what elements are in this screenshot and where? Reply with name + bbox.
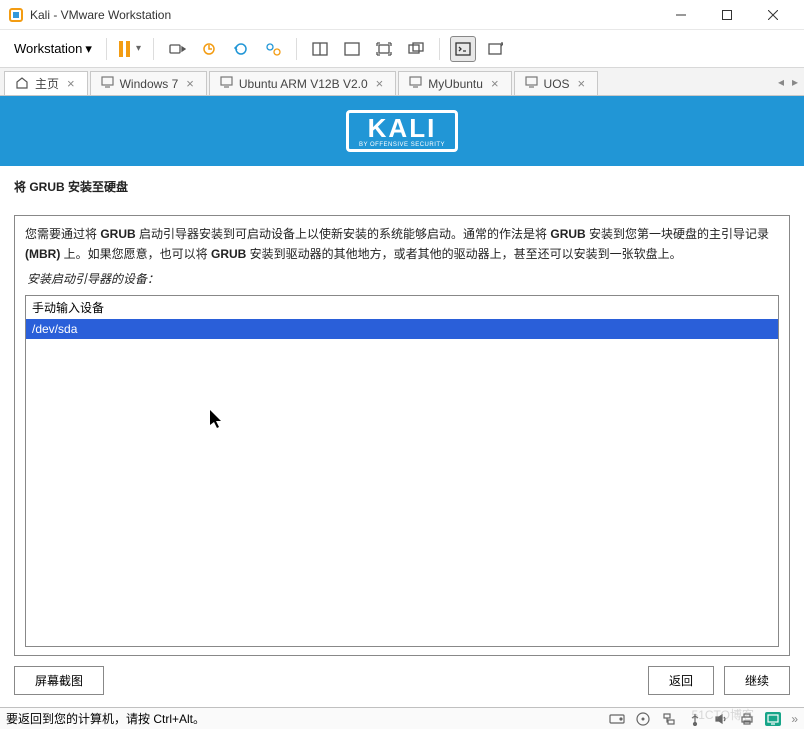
tab-myubuntu[interactable]: MyUbuntu ×: [398, 71, 511, 95]
back-button[interactable]: 返回: [648, 666, 714, 695]
tab-label: Windows 7: [120, 77, 179, 91]
separator: [439, 38, 440, 60]
kali-logo: KALI BY OFFENSIVE SECURITY: [346, 110, 458, 152]
kali-logo-subtitle: BY OFFENSIVE SECURITY: [359, 142, 445, 148]
console-view-button[interactable]: [450, 36, 476, 62]
watermark: 51CTO博客: [692, 706, 754, 723]
tab-close-button[interactable]: ×: [576, 76, 588, 91]
tab-bar: 主页 × Windows 7 × Ubuntu ARM V12B V2.0 × …: [0, 68, 804, 96]
minimize-button[interactable]: [658, 0, 704, 30]
tab-close-button[interactable]: ×: [184, 76, 196, 91]
screenshot-button[interactable]: 屏幕截图: [14, 666, 104, 695]
device-item-sda[interactable]: /dev/sda: [26, 319, 778, 339]
device-list: 手动输入设备 /dev/sda: [25, 295, 779, 647]
device-item-manual[interactable]: 手动输入设备: [26, 296, 778, 319]
send-ctrlaltdel-button[interactable]: [164, 36, 190, 62]
unity-button[interactable]: [403, 36, 429, 62]
maximize-button[interactable]: [704, 0, 750, 30]
revert-snapshot-button[interactable]: [228, 36, 254, 62]
tab-label: UOS: [544, 77, 570, 91]
separator: [153, 38, 154, 60]
view-thumbnail-button[interactable]: [339, 36, 365, 62]
vm-display[interactable]: KALI BY OFFENSIVE SECURITY 将 GRUB 安装至硬盘 …: [0, 96, 804, 707]
chevron-right-icon[interactable]: »: [791, 712, 798, 726]
tab-close-button[interactable]: ×: [489, 76, 501, 91]
separator: [106, 38, 107, 60]
title-bar: Kali - VMware Workstation: [0, 0, 804, 30]
tab-label: 主页: [35, 75, 59, 92]
installer-content: 您需要通过将 GRUB 启动引导器安装到可启动设备上以使新安装的系统能够启动。通…: [14, 215, 790, 656]
vm-icon: [101, 76, 114, 91]
tab-label: MyUbuntu: [428, 77, 483, 91]
status-bar: 要返回到您的计算机，请按 Ctrl+Alt。 »: [0, 707, 804, 729]
pause-vm-button[interactable]: ▾: [117, 39, 143, 59]
vm-icon: [525, 76, 538, 91]
installer-button-row: 屏幕截图 返回 继续: [14, 666, 790, 697]
tab-ubuntu-arm[interactable]: Ubuntu ARM V12B V2.0 ×: [209, 71, 396, 95]
tab-prev-button[interactable]: ◂: [778, 75, 784, 89]
tab-close-button[interactable]: ×: [65, 76, 77, 91]
window-title: Kali - VMware Workstation: [30, 8, 658, 22]
close-button[interactable]: [750, 0, 796, 30]
harddisk-icon[interactable]: [609, 712, 625, 726]
fullscreen-button[interactable]: [371, 36, 397, 62]
device-label: 安装启动引导器的设备：: [25, 269, 779, 289]
home-icon: [15, 76, 29, 92]
cd-icon[interactable]: [635, 712, 651, 726]
continue-button[interactable]: 继续: [724, 666, 790, 695]
manage-snapshot-button[interactable]: [260, 36, 286, 62]
toolbar: Workstation ▾ ▾: [0, 30, 804, 68]
separator: [296, 38, 297, 60]
window-controls: [658, 0, 796, 30]
tab-windows7[interactable]: Windows 7 ×: [90, 71, 207, 95]
snapshot-button[interactable]: [196, 36, 222, 62]
pause-icon: [119, 41, 130, 57]
view-single-button[interactable]: [307, 36, 333, 62]
installer-body: 将 GRUB 安装至硬盘 您需要通过将 GRUB 启动引导器安装到可启动设备上以…: [0, 166, 804, 707]
installer-description: 您需要通过将 GRUB 启动引导器安装到可启动设备上以使新安装的系统能够启动。通…: [25, 224, 779, 265]
stretch-button[interactable]: [482, 36, 508, 62]
tab-home[interactable]: 主页 ×: [4, 71, 88, 95]
tab-next-button[interactable]: ▸: [792, 75, 798, 89]
vm-icon: [220, 76, 233, 91]
workstation-menu-label: Workstation: [14, 41, 82, 56]
kali-logo-text: KALI: [359, 115, 445, 141]
kali-banner: KALI BY OFFENSIVE SECURITY: [0, 96, 804, 166]
network-icon[interactable]: [661, 712, 677, 726]
chevron-down-icon: ▾: [85, 41, 92, 57]
tab-nav: ◂ ▸: [772, 68, 804, 95]
app-icon: [8, 7, 24, 23]
tab-label: Ubuntu ARM V12B V2.0: [239, 77, 368, 91]
workstation-menu[interactable]: Workstation ▾: [10, 37, 96, 61]
status-text: 要返回到您的计算机，请按 Ctrl+Alt。: [6, 710, 205, 727]
chevron-down-icon: ▾: [136, 43, 141, 54]
tab-uos[interactable]: UOS ×: [514, 71, 599, 95]
installer-section-title: 将 GRUB 安装至硬盘: [14, 178, 790, 195]
tab-close-button[interactable]: ×: [374, 76, 386, 91]
display-icon[interactable]: [765, 712, 781, 726]
vm-icon: [409, 76, 422, 91]
